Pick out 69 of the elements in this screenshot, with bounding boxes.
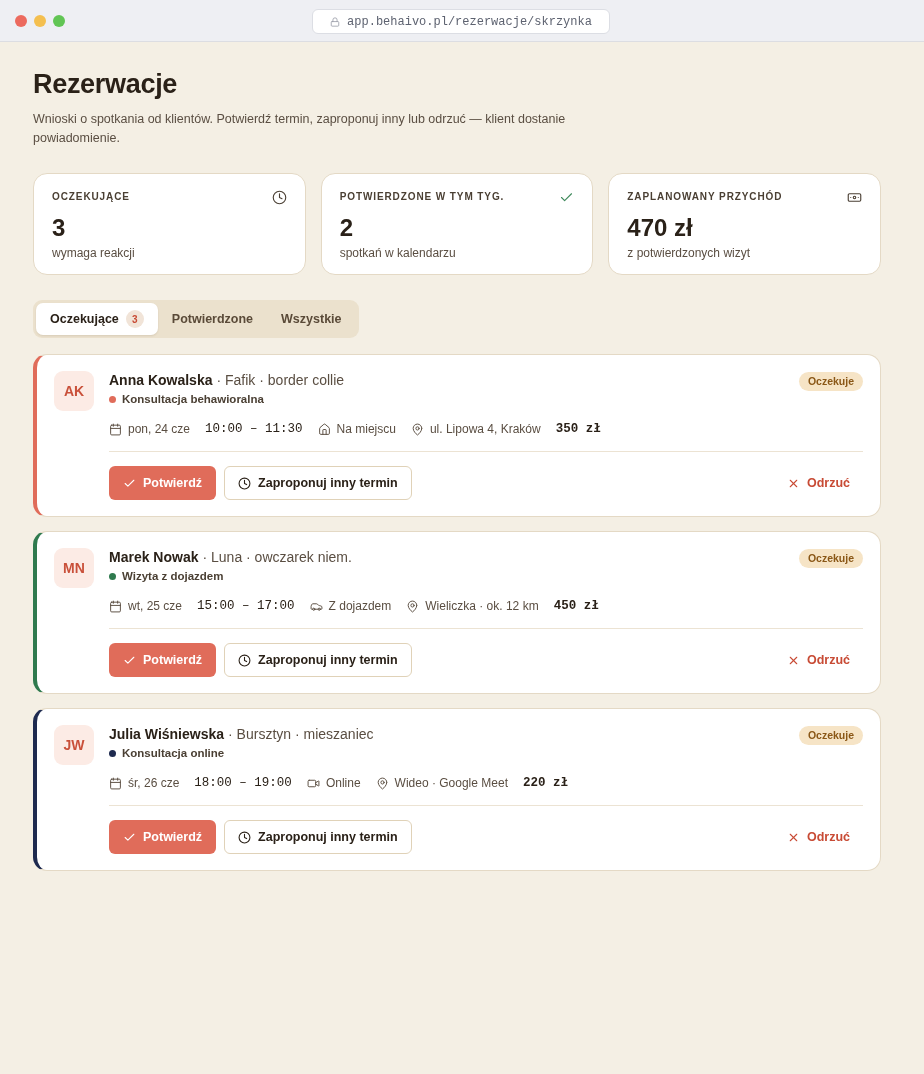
pet-details: · Bursztyn · mieszaniec [228, 725, 374, 744]
booking-time: 18:00 – 19:00 [194, 776, 292, 790]
reject-button[interactable]: Odrzuć [773, 820, 863, 854]
service-type: Konsultacja online [122, 746, 225, 761]
count-badge: 3 [125, 310, 144, 328]
client-name: Julia Wiśniewska [109, 725, 225, 744]
initials-avatar: JW [54, 725, 94, 765]
booking-time: 10:00 – 11:30 [205, 422, 303, 436]
client-name: Anna Kowalska [109, 371, 213, 390]
service-type: Konsultacja behawioralna [122, 392, 264, 407]
pet-details: · Fafik · border collie [216, 371, 345, 390]
zoom-window-icon[interactable] [53, 14, 65, 27]
stat-value: 3 [52, 214, 67, 242]
status-badge: Oczekuje [798, 372, 863, 391]
house-icon [317, 422, 331, 436]
banknote-icon [847, 190, 862, 205]
propose-time-button[interactable]: Zaproponuj inny termin [224, 820, 412, 854]
clock-icon [238, 476, 252, 490]
status-badge: Oczekuje [798, 726, 863, 745]
client-name: Marek Nowak [109, 548, 199, 567]
stat-label: POTWIERDZONE W TYM TYG. [339, 190, 505, 204]
map-pin-icon [406, 599, 420, 613]
calendar-icon [109, 776, 122, 790]
booking-price: 220 zł [522, 776, 568, 790]
booking-date: pon, 24 cze [128, 422, 191, 436]
filter-tab[interactable]: Oczekujące 3 [36, 303, 158, 335]
stat-label: ZAPLANOWANY PRZYCHÓD [627, 190, 783, 204]
visit-mode: Z dojazdem [328, 599, 392, 613]
calendar-icon [109, 422, 122, 436]
stat-value: 470 zł [627, 214, 694, 242]
minimize-window-icon[interactable] [34, 14, 46, 27]
calendar-icon [109, 599, 122, 613]
map-pin-icon [375, 776, 389, 790]
filter-tab[interactable]: Wszystkie [267, 303, 356, 335]
map-pin-icon [410, 422, 424, 436]
address-bar[interactable]: app.behaivo.pl/rezerwacje/skrzynka [312, 9, 610, 34]
clock-icon [238, 653, 252, 667]
reject-button[interactable]: Odrzuć [773, 466, 863, 500]
filter-tab[interactable]: Potwierdzone [157, 303, 268, 335]
booking-price: 350 zł [555, 422, 601, 436]
visit-mode: Online [325, 776, 361, 790]
lock-icon [330, 16, 341, 27]
booking-location: Wideo · Google Meet [394, 776, 508, 790]
stat-value: 2 [339, 214, 354, 242]
service-type: Wizyta z dojazdem [122, 569, 224, 584]
page-title: Rezerwacje [33, 68, 179, 101]
propose-time-button[interactable]: Zaproponuj inny termin [224, 466, 412, 500]
booking-location: Wieliczka · ok. 12 km [425, 599, 539, 613]
stat-note: z potwierdzonych wizyt [627, 245, 752, 261]
booking-price: 450 zł [553, 599, 599, 613]
page-description: Wnioski o spotkania od klientów. Potwierdź termin, zaproponuj inny lub odrzuć — klient dostanie powiadomienie. [33, 111, 567, 147]
stat-label: OCZEKUJĄCE [52, 190, 130, 204]
clock-icon [238, 830, 252, 844]
visit-mode: Na miejscu [336, 422, 396, 436]
booking-date: wt, 25 cze [128, 599, 183, 613]
stat-note: spotkań w kalendarzu [339, 245, 457, 261]
close-window-icon[interactable] [15, 14, 27, 27]
reject-button[interactable]: Odrzuć [773, 643, 863, 677]
booking-date: śr, 26 cze [128, 776, 180, 790]
url-text: app.behaivo.pl/rezerwacje/skrzynka [347, 14, 592, 29]
pet-details: · Luna · owczarek niem. [202, 548, 352, 567]
booking-time: 15:00 – 17:00 [197, 599, 295, 613]
booking-location: ul. Lipowa 4, Kraków [429, 422, 541, 436]
stat-note: wymaga reakcji [52, 245, 136, 261]
status-badge: Oczekuje [798, 549, 863, 568]
initials-avatar: MN [54, 548, 94, 588]
initials-avatar: AK [54, 371, 94, 411]
clock-icon [271, 190, 287, 205]
propose-time-button[interactable]: Zaproponuj inny termin [224, 643, 412, 677]
